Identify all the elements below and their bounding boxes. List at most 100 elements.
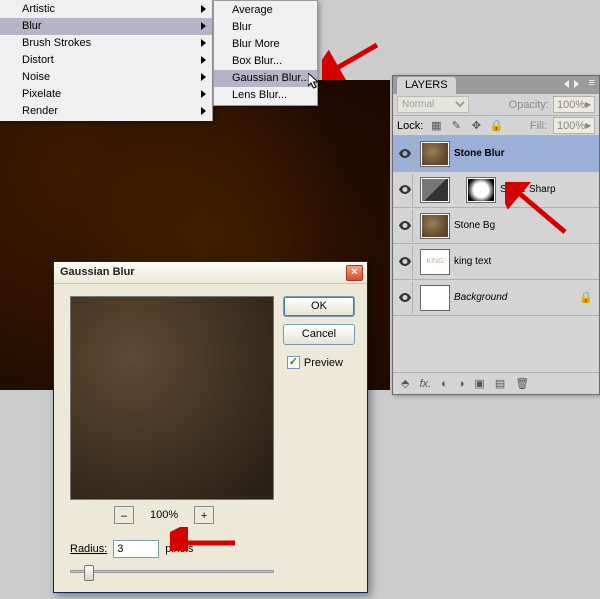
visibility-toggle[interactable] [397, 138, 413, 170]
visibility-toggle[interactable] [397, 282, 413, 314]
fill-value: 100% [557, 120, 585, 132]
menu-item-blur[interactable]: Blur [0, 18, 212, 35]
layer-thumbnail[interactable] [420, 213, 450, 239]
filter-menu: Artistic Blur Brush Strokes Distort Nois… [0, 0, 213, 121]
menu-item-noise[interactable]: Noise [0, 69, 212, 86]
trash-icon[interactable]: 🗑 [515, 377, 529, 390]
layer-thumbnail[interactable] [420, 141, 450, 167]
layer-thumbnail[interactable] [420, 285, 450, 311]
submenu-indicator-icon [201, 107, 206, 115]
layers-bottom-bar: ⬘ fx. ◐ ◑ ▣ ▤ 🗑 [393, 372, 599, 394]
menu-item-brush-strokes[interactable]: Brush Strokes [0, 35, 212, 52]
submenu-indicator-icon [201, 39, 206, 47]
layer-name[interactable]: king text [454, 256, 491, 267]
layer-name[interactable]: Background [454, 292, 507, 303]
menu-item-label: Noise [22, 71, 50, 83]
tab-label: LAYERS [405, 79, 448, 91]
submenu-item-average[interactable]: Average [214, 2, 317, 19]
submenu-item-blur[interactable]: Blur [214, 19, 317, 36]
menu-item-label: Distort [22, 54, 54, 66]
ok-button[interactable]: OK [283, 296, 355, 317]
panel-menu-icon[interactable]: ≡ [589, 77, 595, 89]
lock-pixels-icon[interactable]: ✎ [449, 119, 463, 133]
visibility-toggle[interactable] [397, 246, 413, 278]
close-icon: × [351, 266, 357, 278]
annotation-arrow-stone-blur-layer [505, 182, 575, 237]
menu-item-label: Render [22, 105, 58, 117]
blur-submenu: Average Blur Blur More Box Blur... Gauss… [213, 0, 318, 106]
submenu-indicator-icon [201, 90, 206, 98]
lock-transparency-icon[interactable]: ▦ [429, 119, 443, 133]
slider-thumb[interactable] [84, 565, 94, 581]
new-layer-icon[interactable]: ▤ [495, 377, 505, 390]
chevron-right-icon: ▶ [585, 121, 591, 130]
chevron-right-icon: ▶ [585, 100, 591, 109]
eye-icon [399, 185, 411, 194]
opacity-input[interactable]: 100% ▶ [553, 96, 595, 113]
submenu-item-box-blur[interactable]: Box Blur... [214, 53, 317, 70]
lock-label: Lock: [397, 120, 423, 132]
menu-item-pixelate[interactable]: Pixelate [0, 86, 212, 103]
check-icon: ✓ [289, 356, 298, 368]
menu-item-artistic[interactable]: Artistic [0, 1, 212, 18]
panel-collapse-left-icon[interactable] [564, 80, 569, 88]
submenu-item-gaussian-blur[interactable]: Gaussian Blur... [214, 70, 317, 87]
opacity-label: Opacity: [509, 99, 549, 111]
radius-slider[interactable] [70, 562, 274, 582]
fx-icon[interactable]: fx. [419, 378, 431, 390]
dialog-title: Gaussian Blur [60, 266, 135, 278]
fill-input[interactable]: 100% ▶ [553, 117, 595, 134]
menu-item-distort[interactable]: Distort [0, 52, 212, 69]
visibility-toggle[interactable] [397, 174, 413, 206]
dialog-preview-thumbnail[interactable] [70, 296, 274, 500]
submenu-indicator-icon [201, 5, 206, 13]
group-icon[interactable]: ▣ [474, 377, 484, 390]
layer-thumbnail[interactable] [420, 177, 450, 203]
submenu-item-label: Lens Blur... [232, 89, 287, 101]
zoom-percentage: 100% [150, 509, 178, 521]
annotation-arrow-radius [170, 527, 240, 551]
layer-name[interactable]: Stone Blur [454, 148, 505, 159]
button-label: OK [311, 300, 327, 312]
zoom-out-button[interactable]: – [114, 506, 134, 524]
submenu-item-label: Gaussian Blur... [232, 72, 310, 84]
blend-mode-select[interactable]: Normal [397, 96, 469, 113]
adjustment-layer-icon[interactable]: ◑ [458, 378, 465, 390]
submenu-indicator-icon [201, 73, 206, 81]
eye-icon [399, 149, 411, 158]
submenu-indicator-icon [201, 56, 206, 64]
lock-icon: 🔒 [579, 291, 593, 304]
submenu-indicator-icon [201, 22, 206, 30]
layer-thumbnail[interactable]: KING [420, 249, 450, 275]
layer-row-background[interactable]: Background 🔒 [393, 280, 599, 316]
plus-icon: + [201, 510, 207, 522]
preview-checkbox[interactable]: ✓ [287, 356, 300, 369]
menu-item-label: Pixelate [22, 88, 61, 100]
layer-name[interactable]: Stone Bg [454, 220, 495, 231]
layer-row-king-text[interactable]: KING king text [393, 244, 599, 280]
annotation-arrow-gaussian-blur [322, 40, 382, 80]
add-mask-icon[interactable]: ◐ [441, 378, 448, 390]
submenu-item-label: Average [232, 4, 273, 16]
submenu-item-lens-blur[interactable]: Lens Blur... [214, 87, 317, 104]
dialog-close-button[interactable]: × [346, 265, 363, 281]
link-layers-icon[interactable]: ⬘ [401, 377, 409, 390]
opacity-value: 100% [557, 99, 585, 111]
zoom-in-button[interactable]: + [194, 506, 214, 524]
cancel-button[interactable]: Cancel [283, 324, 355, 345]
panel-collapse-right-icon[interactable] [574, 80, 579, 88]
layers-tab[interactable]: LAYERS [397, 77, 456, 94]
layer-mask-thumbnail[interactable] [466, 177, 496, 203]
menu-item-label: Brush Strokes [22, 37, 91, 49]
submenu-item-blur-more[interactable]: Blur More [214, 36, 317, 53]
dialog-titlebar[interactable]: Gaussian Blur × [54, 262, 367, 284]
layer-row-stone-blur[interactable]: Stone Blur [393, 136, 599, 172]
preview-checkbox-label: Preview [304, 357, 343, 369]
menu-item-render[interactable]: Render [0, 103, 212, 120]
lock-all-icon[interactable]: 🔒 [489, 119, 503, 133]
slider-track [70, 570, 274, 573]
visibility-toggle[interactable] [397, 210, 413, 242]
eye-icon [399, 293, 411, 302]
radius-input[interactable] [113, 540, 159, 558]
lock-position-icon[interactable]: ✥ [469, 119, 483, 133]
